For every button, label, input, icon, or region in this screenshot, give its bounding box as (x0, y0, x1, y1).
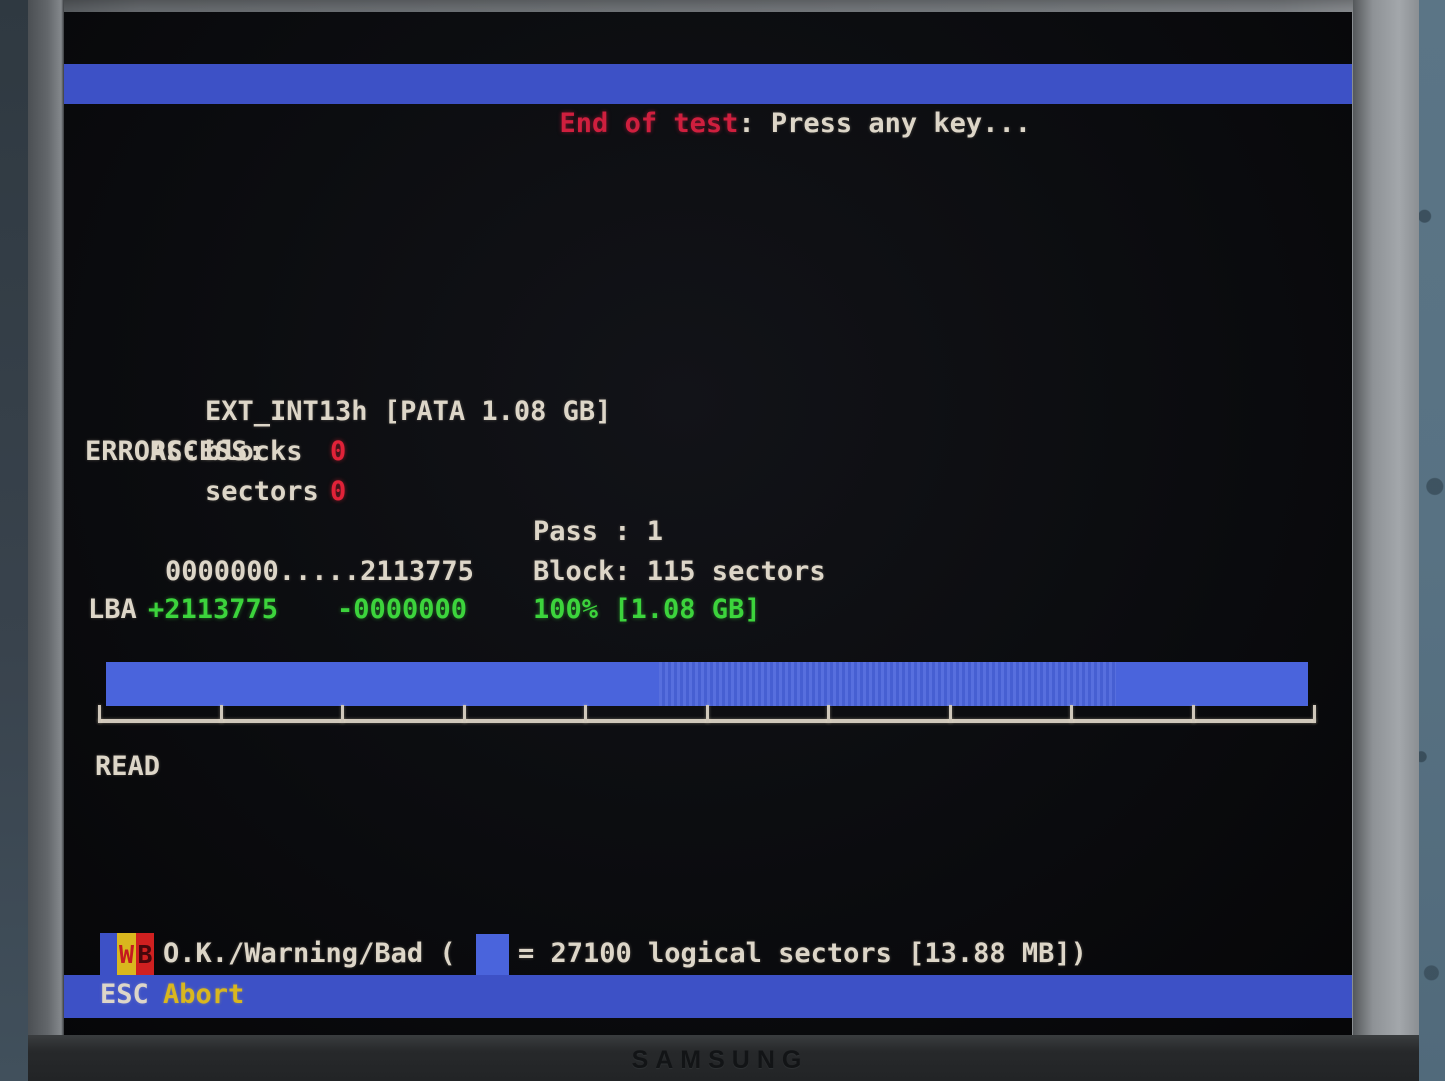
monitor-brand-logo: SAMSUNG (632, 1046, 809, 1075)
clock: 22.01.1998 05:10:35 (972, 28, 1346, 68)
percent-complete: 100% [1.08 GB] (533, 590, 761, 630)
titlebar: HDAT2 v5.0 (c) 2013 CBL (68, 28, 507, 68)
errors-sectors-label: sectors (205, 472, 319, 512)
monitor-bezel-right (1353, 0, 1419, 1081)
progress-bar-shimmer (659, 662, 1116, 706)
lba-range: 0000000.....2113775 (165, 552, 474, 592)
ruler-tick (1070, 705, 1073, 723)
legend-block-color-swatch (476, 934, 509, 976)
ruler-tick (584, 705, 587, 723)
monitor-bezel-left (28, 0, 64, 1081)
ruler-tick (98, 705, 101, 723)
legend-ok-color-swatch (100, 933, 117, 976)
block-size: Block: 115 sectors (533, 552, 826, 592)
ruler-tick (341, 705, 344, 723)
ruler-tick (463, 705, 466, 723)
message-text: End of test: Press any key... (462, 64, 1031, 104)
ruler-tick (706, 705, 709, 723)
wall-background-left (0, 0, 30, 1081)
progress-ruler (98, 705, 1316, 723)
legend-value: = 27100 logical sectors [13.88 MB]) (518, 934, 1087, 974)
progress-bar (106, 662, 1308, 706)
status-bar: ESC Abort (64, 975, 1352, 1018)
monitor-bezel-bottom: SAMSUNG (28, 1035, 1419, 1081)
ruler-tick (949, 705, 952, 723)
esc-key-label: ESC (100, 975, 149, 1015)
ruler-tick (220, 705, 223, 723)
legend-bad-swatch: B (136, 933, 154, 976)
abort-action-label: Abort (163, 975, 244, 1015)
lba-done-value: +2113775 (148, 590, 278, 630)
errors-blocks-value: 0 (330, 432, 346, 472)
pass-counter: Pass : 1 (533, 512, 663, 552)
ruler-tick (1313, 705, 1316, 723)
lba-remaining-value: -0000000 (337, 590, 467, 630)
ruler-tick (827, 705, 830, 723)
operation-label: READ (95, 747, 160, 787)
lba-label: LBA (88, 590, 137, 630)
end-of-test-status: End of test (560, 108, 739, 139)
okay-warning-bad-icon: W B (100, 933, 154, 976)
ruler-tick (1192, 705, 1195, 723)
legend-warning-swatch: W (117, 933, 136, 976)
errors-sectors-value: 0 (330, 472, 346, 512)
access-value: EXT_INT13h [PATA 1.08 GB] (205, 392, 611, 432)
legend-label: O.K./Warning/Bad ( (163, 934, 456, 974)
errors-label: ERRORS: (85, 432, 199, 472)
press-any-key-prompt: : Press any key... (738, 108, 1031, 139)
message-bar: End of test: Press any key... (64, 64, 1352, 104)
dos-screen[interactable]: HDAT2 v5.0 (c) 2013 CBL 22.01.1998 05:10… (64, 12, 1352, 1035)
errors-blocks-label: blocks (205, 432, 303, 472)
